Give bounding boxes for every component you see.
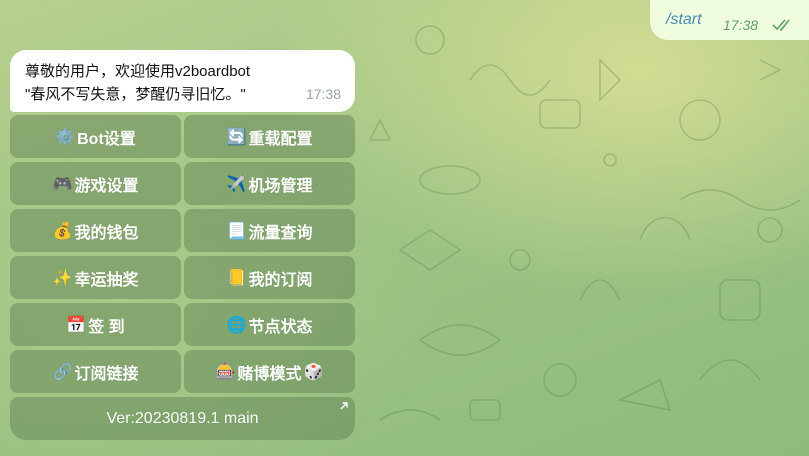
subscription-link-button[interactable]: 🔗 订阅链接 [10,350,181,393]
globe-icon: 🌐 [226,316,247,334]
button-label: 节点状态 [248,318,313,336]
double-check-icon [772,19,790,32]
button-label: 我的订阅 [248,271,313,289]
button-label: 幸运抽奖 [74,271,139,289]
version-link-button[interactable]: Ver:20230819.1 main [10,397,355,440]
button-label: Bot设置 [77,130,136,148]
notebook-icon: 📒 [226,269,247,287]
airplane-icon: ✈️ [226,175,247,193]
gambling-mode-button[interactable]: 🎰 赌博模式 🎲 [184,350,355,393]
gamepad-icon: 🎮 [52,175,73,193]
my-wallet-button[interactable]: 💰 我的钱包 [10,209,181,252]
link-icon: 🔗 [52,363,73,381]
button-label: Ver:20230819.1 main [106,409,259,427]
airport-management-button[interactable]: ✈️ 机场管理 [184,162,355,205]
calendar-icon: 📅 [66,316,87,334]
my-subscription-button[interactable]: 📒 我的订阅 [184,256,355,299]
dice-icon: 🎲 [303,363,324,381]
lucky-draw-button[interactable]: ✨ 幸运抽奖 [10,256,181,299]
external-link-arrow-icon [340,402,348,410]
page-icon: 📃 [226,222,247,240]
button-label: 流量查询 [248,224,313,242]
gear-icon: ⚙️ [55,128,76,146]
button-label: 赌博模式 [237,365,302,383]
incoming-message-line-1: 尊敬的用户，欢迎使用v2boardbot [25,63,251,80]
money-bag-icon: 💰 [52,222,73,240]
slot-machine-icon: 🎰 [215,363,236,381]
outgoing-message-bubble[interactable]: /start 17:38 [650,0,809,40]
traffic-query-button[interactable]: 📃 流量查询 [184,209,355,252]
incoming-message-line-2: "春风不写失意，梦醒仍寻旧忆。" [25,86,246,103]
sparkles-icon: ✨ [52,269,73,287]
button-label: 重载配置 [248,130,313,148]
check-in-button[interactable]: 📅 签 到 [10,303,181,346]
incoming-message-bubble[interactable]: 尊敬的用户，欢迎使用v2boardbot "春风不写失意，梦醒仍寻旧忆。" 17… [10,50,355,112]
button-label: 我的钱包 [74,224,139,242]
button-label: 签 到 [88,318,125,336]
button-label: 订阅链接 [74,365,139,383]
reload-icon: 🔄 [226,128,247,146]
button-label: 游戏设置 [74,177,139,195]
bot-settings-button[interactable]: ⚙️ Bot设置 [10,115,181,158]
outgoing-message-text: /start [666,11,702,28]
game-settings-button[interactable]: 🎮 游戏设置 [10,162,181,205]
button-label: 机场管理 [248,177,313,195]
incoming-message-time: 17:38 [305,86,341,102]
node-status-button[interactable]: 🌐 节点状态 [184,303,355,346]
outgoing-message-time: 17:38 [723,17,759,33]
reload-config-button[interactable]: 🔄 重载配置 [184,115,355,158]
